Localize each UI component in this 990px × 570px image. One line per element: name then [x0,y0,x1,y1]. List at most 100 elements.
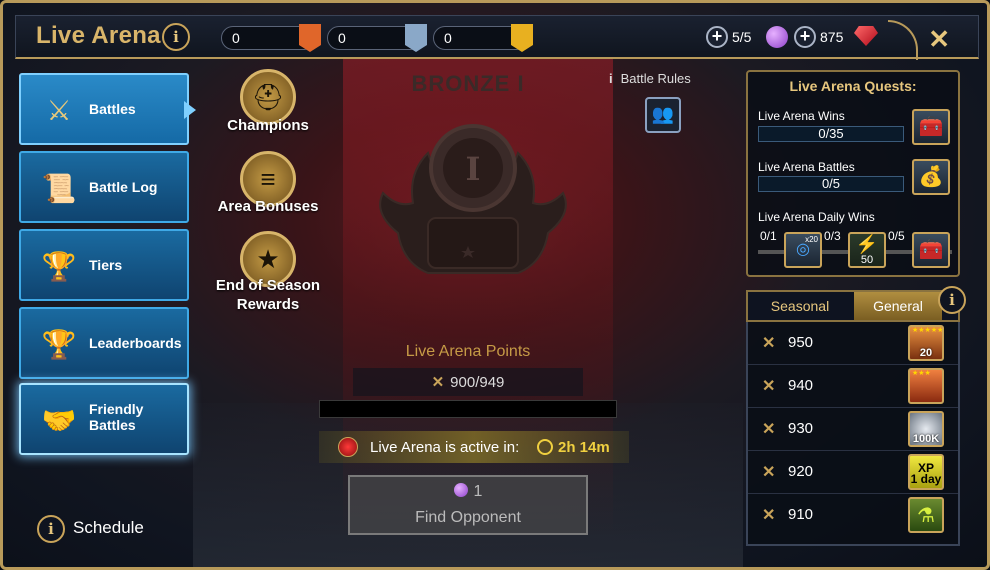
sidebar-item-battles[interactable]: ⚔ Battles [19,73,196,145]
silver-counter: 0 [327,24,427,52]
find-cost-value: 1 [473,483,483,500]
live-arena-screen: Live Arena i 0 0 0 + 5/5 + 875 ✕ ⚔ Battl… [0,0,990,570]
champion-shards-icon[interactable]: ★★★★★ 20 [908,325,944,361]
chest-icon: 🧰 [918,116,944,138]
chest-icon: 🧰 [918,239,944,261]
area-bonuses-label: Area Bonuses [217,198,319,215]
handshake-icon: 🤝 [41,405,77,436]
reward-points: 950 [788,334,814,351]
status-indicator-icon [338,437,358,457]
crossed-swords-icon: ✕ [431,374,445,391]
active-indicator [184,101,196,119]
list-item: ✕ 910 ⚗ [748,494,958,537]
quest-name: Live Arena Wins [758,109,845,123]
arena-token-icon [453,483,468,497]
battle-rules-icon[interactable]: 👥 [645,97,681,133]
gems-value: 875 [820,29,844,45]
daily-quest-name: Live Arena Daily Wins [758,210,875,224]
clock-icon [537,439,553,455]
quest-progress: 0/35 [758,126,904,142]
reward-points: 910 [788,506,814,523]
schedule-info-icon[interactable]: i [37,515,65,543]
quest-progress: 0/5 [758,176,904,192]
rank-title: BRONZE I [411,71,525,96]
tab-seasonal[interactable]: Seasonal [748,292,852,320]
sidebar-item-label: Tiers [89,257,123,273]
rewards-info-button[interactable]: i [938,286,966,314]
reward-points: 920 [788,463,814,480]
list-item: ✕ 940 ★★★ [748,365,958,408]
tokens-value: 5/5 [732,29,752,45]
sidebar-item-label: Battles [89,101,136,117]
silver-coins-icon[interactable]: 100K [908,411,944,447]
champions-label: Champions [227,117,309,134]
active-status-label: Live Arena is active in: [370,439,520,456]
live-arena-points-value: ✕ 900/949 [353,373,583,391]
sidebar-item-tiers[interactable]: 🏆 Tiers [19,229,189,301]
find-opponent-button[interactable]: 1 Find Opponent [348,475,588,535]
potion-icon[interactable]: ⚗ [908,497,944,533]
reward-qty: 100K [912,433,940,445]
crossed-swords-icon: ✕ [762,464,776,481]
quest-reward-chest[interactable]: 🧰 [912,109,950,145]
battle-rules-label: Battle Rules [620,71,691,86]
info-icon: i [609,71,613,86]
active-timer: 2h 14m [558,439,610,456]
quest-reward-bag[interactable]: 💰 [912,159,950,195]
layers-icon: ≡ [260,164,276,194]
find-cost: 1 [350,483,586,501]
bronze-flag-icon [299,24,321,52]
add-gems-button[interactable]: + [794,26,816,48]
silver-flag-icon [405,24,427,52]
crossed-swords-icon: ✕ [762,335,776,352]
daily-reward-2[interactable]: ⚡ 50 [848,232,886,268]
reward-points: 940 [788,377,814,394]
scroll-icon: 📜 [41,173,77,204]
trophies-icon: 🏆 [41,329,77,360]
ruby-icon [854,26,878,46]
daily-step-progress: 0/3 [824,229,841,243]
rewards-list: ✕ 950 ★★★★★ 20 ✕ 940 ★★★ ✕ 930 100K ✕ 92… [746,322,960,546]
live-arena-points-title: Live Arena Points [405,343,531,360]
tab-general[interactable]: General [854,292,942,320]
title-info-button[interactable]: i [162,23,190,51]
sidebar-item-battle-log[interactable]: 📜 Battle Log [19,151,189,223]
quest-name: Live Arena Battles [758,160,855,174]
list-item: ✕ 920 XP 1 day [748,451,958,494]
add-tokens-button[interactable]: + [706,26,728,48]
potion-bag-icon: 💰 [918,166,944,188]
rewards-tabs: Seasonal General [746,290,960,322]
list-item: ✕ 950 ★★★★★ 20 [748,322,958,365]
stars-icon: ★★★ [912,370,931,377]
rank-numeral: I [466,150,481,188]
sidebar-item-friendly-battles[interactable]: 🤝 Friendly Battles [19,383,189,455]
bronze-counter: 0 [221,24,321,52]
schedule-button[interactable]: Schedule [73,518,144,538]
sidebar-item-label: Leaderboards [89,335,182,351]
top-bar: Live Arena i 0 0 0 + 5/5 + 875 ✕ [15,15,979,60]
end-of-season-label: End of Season Rewards [215,277,321,313]
daily-reward-3[interactable]: 🧰 [912,232,950,268]
flask-icon: ⚗ [917,505,935,527]
gold-flag-icon [511,24,533,52]
sidebar-item-leaderboards[interactable]: 🏆 Leaderboards [19,307,189,379]
daily-reward-1[interactable]: ◎ x20 [784,232,822,268]
gold-counter: 0 [433,24,533,52]
chicken-icon[interactable]: ★★★ [908,368,944,404]
find-opponent-label: Find Opponent [415,509,521,526]
bronze-rank-emblem: I [379,124,567,274]
quests-title: Live Arena Quests: [789,78,917,94]
sidebar-item-label: Friendly Battles [89,401,144,433]
points-value-text: 900/949 [450,374,505,391]
sidebar-item-label: Battle Log [89,179,158,195]
battle-rules-link[interactable]: i Battle Rules [609,71,691,86]
xp-boost-icon[interactable]: XP 1 day [908,454,944,490]
reward-points: 930 [788,420,814,437]
gold-counter-value: 0 [444,30,452,46]
close-button[interactable]: ✕ [928,24,950,55]
daily-step-progress: 0/1 [760,229,777,243]
arena-token-icon [766,26,788,48]
bronze-counter-value: 0 [232,30,240,46]
daily-step-progress: 0/5 [888,229,905,243]
corner-ornament [888,20,918,60]
